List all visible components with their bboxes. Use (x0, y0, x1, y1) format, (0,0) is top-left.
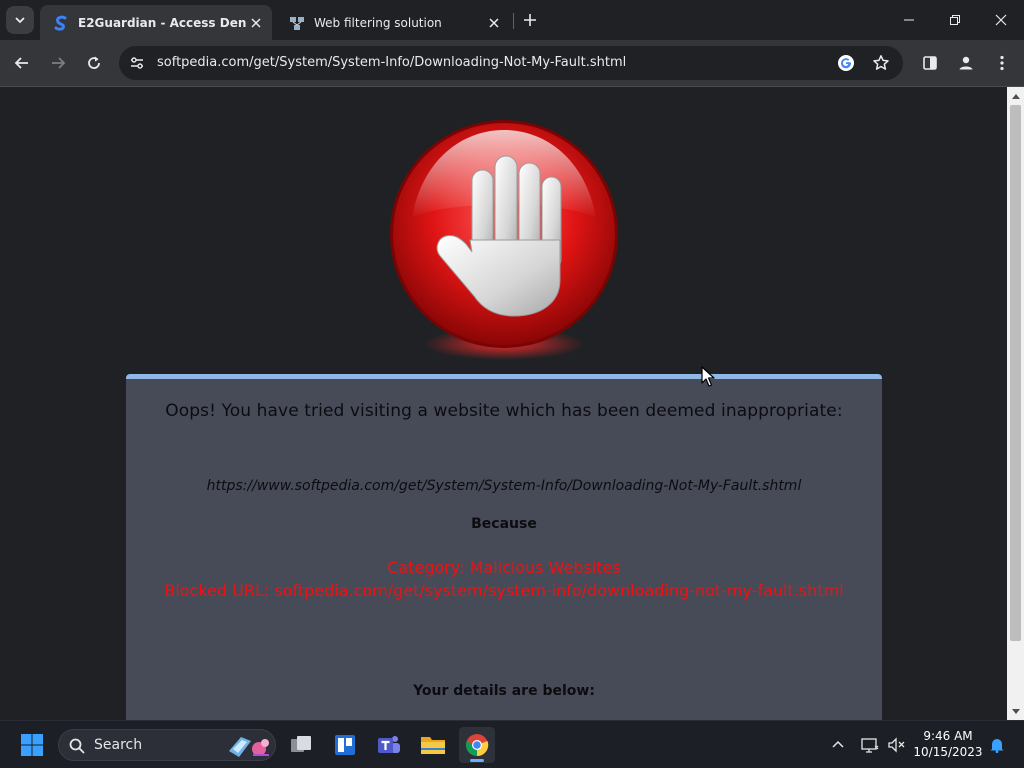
profile-button[interactable] (952, 49, 980, 77)
restore-button[interactable] (932, 0, 978, 40)
scroll-down-arrow-icon[interactable] (1007, 703, 1024, 720)
access-denied-panel: Oops! You have tried visiting a website … (126, 374, 882, 720)
tab-separator (513, 13, 514, 29)
search-highlight-icon (229, 737, 269, 757)
network-icon (288, 14, 306, 32)
tab-search-button[interactable] (6, 6, 34, 34)
denied-headline: Oops! You have tried visiting a website … (165, 401, 843, 421)
tab-web-filtering[interactable]: Web filtering solution (276, 5, 510, 40)
minimize-button[interactable] (886, 0, 932, 40)
mouse-cursor-icon (701, 366, 715, 387)
block-reason: Category: Malicious Websites Blocked URL… (126, 556, 882, 602)
blocked-url-text: https://www.softpedia.com/get/System/Sys… (206, 478, 802, 494)
chevron-up-icon (832, 740, 844, 748)
back-button[interactable] (7, 48, 37, 78)
forward-button[interactable] (43, 48, 73, 78)
teams-button[interactable] (371, 727, 407, 763)
page-scrollbar[interactable] (1007, 87, 1024, 720)
clock-time: 9:46 AM (923, 729, 973, 743)
task-view-button[interactable] (283, 727, 319, 763)
teams-icon (378, 736, 400, 753)
google-lens-icon[interactable] (835, 52, 857, 74)
details-label: Your details are below: (413, 683, 595, 699)
file-explorer-button[interactable] (415, 727, 451, 763)
windows-taskbar: Search 9:46 AM 10/15/2023 (0, 720, 1024, 768)
menu-dots-icon (1000, 55, 1004, 71)
side-panel-button[interactable] (916, 49, 944, 77)
side-panel-icon (923, 56, 937, 70)
taskbar-search[interactable]: Search (58, 729, 276, 761)
task-view-icon (291, 736, 311, 752)
e2guardian-logo-icon (52, 14, 70, 32)
tab-title: Web filtering solution (314, 15, 442, 30)
volume-tray-button[interactable] (884, 733, 908, 757)
reload-button[interactable] (79, 48, 109, 78)
category-text: Category: Malicious Websites (387, 558, 621, 577)
chrome-icon (466, 734, 489, 757)
chevron-down-icon (15, 17, 25, 24)
close-icon[interactable] (246, 13, 266, 33)
notifications-button[interactable] (985, 733, 1009, 757)
widgets-icon (335, 735, 355, 755)
start-icon (21, 734, 43, 756)
chrome-taskbar-button[interactable] (459, 727, 495, 763)
browser-toolbar: softpedia.com/get/System/System-Info/Dow… (0, 40, 1024, 86)
page-viewport: Oops! You have tried visiting a website … (0, 87, 1007, 720)
chrome-menu-button[interactable] (988, 49, 1016, 77)
tab-title: E2Guardian - Access Denied (78, 15, 246, 30)
because-label: Because (471, 516, 537, 532)
volume-muted-icon (888, 737, 905, 753)
close-icon[interactable] (484, 13, 504, 33)
scroll-up-arrow-icon[interactable] (1007, 87, 1024, 104)
widgets-button[interactable] (327, 727, 363, 763)
forward-arrow-icon (52, 57, 66, 69)
restore-icon (950, 15, 960, 25)
active-app-indicator (470, 759, 484, 762)
site-settings-icon[interactable] (125, 51, 149, 75)
notification-bell-icon (990, 739, 1004, 753)
new-tab-button[interactable] (518, 8, 542, 32)
file-explorer-icon (421, 737, 445, 754)
network-display-icon (861, 738, 879, 753)
search-label: Search (94, 737, 143, 753)
plus-icon (524, 14, 536, 26)
scrollbar-thumb[interactable] (1010, 105, 1021, 641)
stop-hand-icon (390, 120, 618, 360)
reload-icon (88, 56, 100, 69)
bookmark-star-icon[interactable] (869, 51, 893, 75)
tab-e2guardian[interactable]: E2Guardian - Access Denied (40, 5, 272, 40)
url-text[interactable]: softpedia.com/get/System/System-Info/Dow… (157, 55, 626, 70)
start-button[interactable] (14, 727, 50, 763)
network-tray-button[interactable] (858, 733, 882, 757)
address-bar[interactable]: softpedia.com/get/System/System-Info/Dow… (119, 46, 903, 80)
tab-strip: E2Guardian - Access Denied Web filtering… (0, 0, 1024, 40)
tray-clock[interactable]: 9:46 AM 10/15/2023 (912, 728, 984, 760)
close-window-button[interactable] (978, 0, 1024, 40)
profile-icon (959, 56, 973, 70)
search-icon (67, 736, 87, 756)
clock-date: 10/15/2023 (913, 745, 983, 759)
show-hidden-icons-button[interactable] (826, 733, 850, 757)
back-arrow-icon (14, 57, 28, 69)
blocked-url-reason: Blocked URL: softpedia.com/get/system/sy… (164, 581, 844, 600)
close-icon (995, 14, 1007, 26)
minimize-icon (904, 19, 914, 21)
